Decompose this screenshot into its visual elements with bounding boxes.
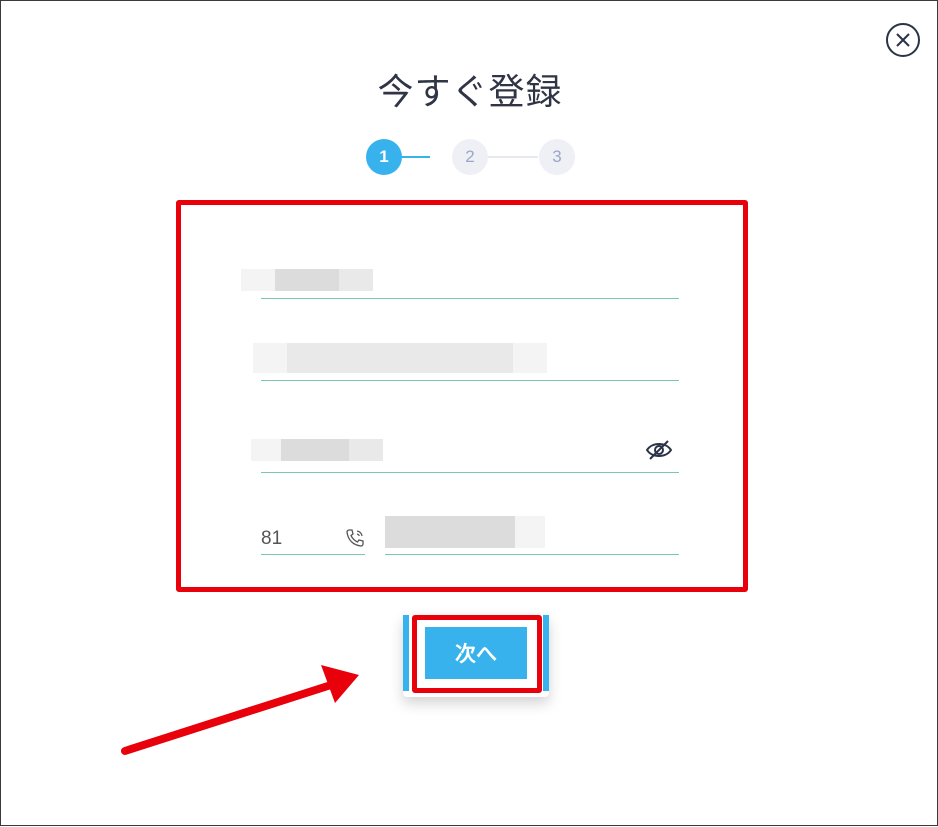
registration-dialog: 今すぐ登録 1 2 3 81 次へ [0,0,938,826]
annotation-arrow [121,665,359,755]
